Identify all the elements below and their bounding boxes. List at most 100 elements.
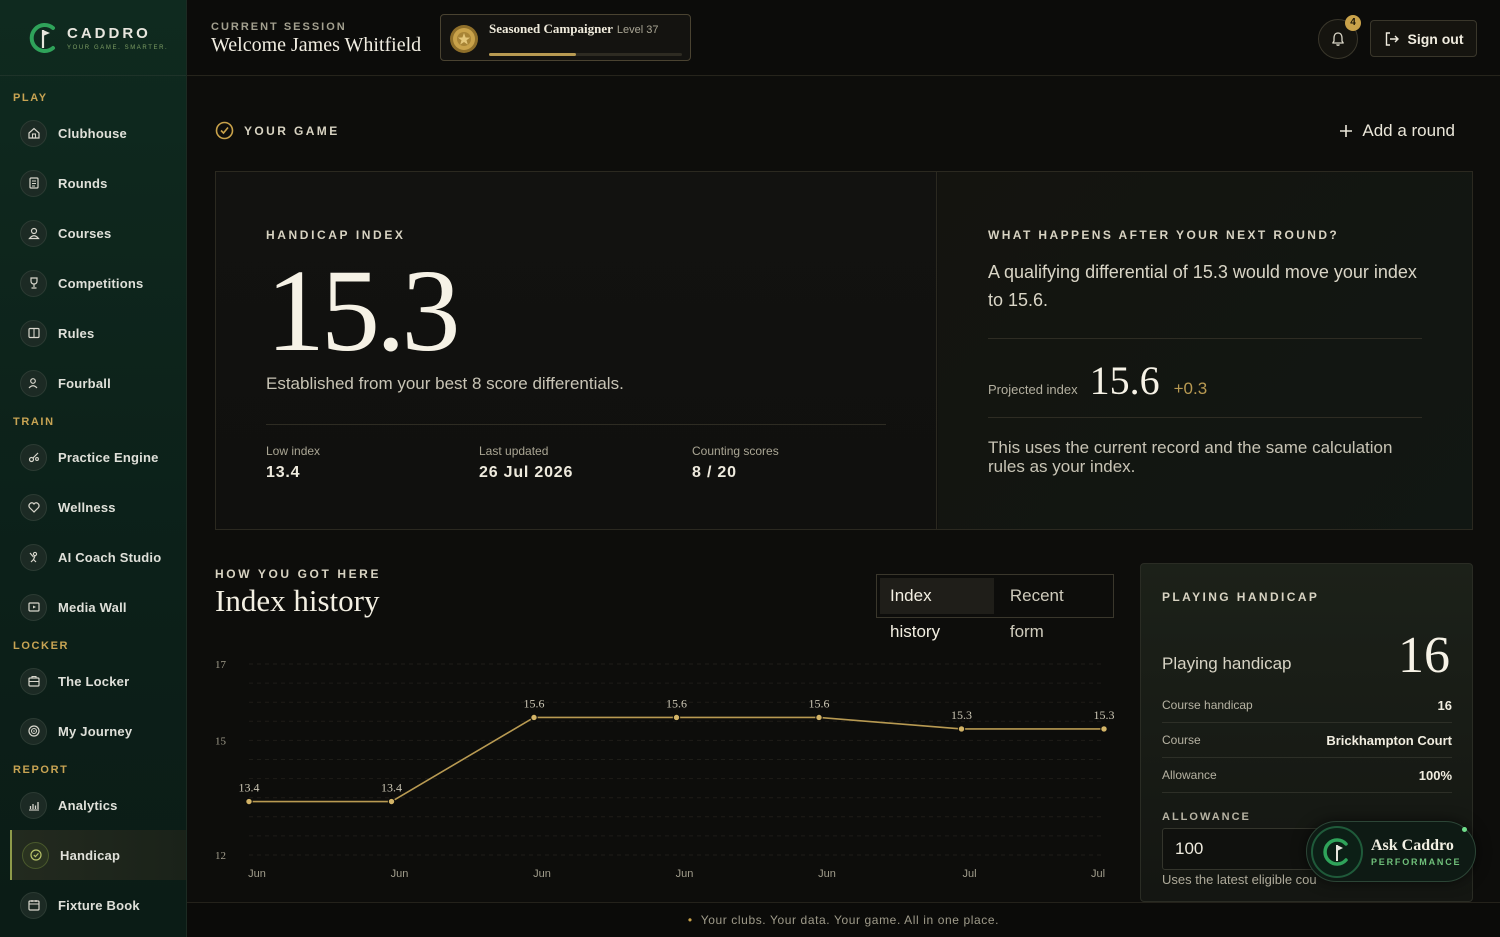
- y-tick-label: 12: [215, 850, 226, 862]
- sidebar-item-rounds[interactable]: Rounds: [0, 158, 186, 208]
- caddro-logo-icon: [1311, 825, 1363, 878]
- badge-title: Seasoned Campaigner Level 37: [489, 21, 658, 37]
- data-label: 15.6: [666, 696, 687, 710]
- sidebar-item-practice-engine[interactable]: Practice Engine: [0, 432, 186, 482]
- user-pin-icon: [20, 219, 47, 247]
- data-label: 15.3: [951, 708, 972, 722]
- history-section-label: HOW YOU GOT HERE: [215, 567, 382, 581]
- sidebar-item-wellness[interactable]: Wellness: [0, 482, 186, 532]
- sign-out-label: Sign out: [1407, 30, 1464, 47]
- brand-tagline: YOUR GAME. SMARTER.: [67, 44, 169, 51]
- sidebar-item-media-wall[interactable]: Media Wall: [0, 582, 186, 632]
- nav-section-label: TRAIN: [13, 416, 55, 428]
- tab-recent-form[interactable]: Recent form: [1000, 578, 1110, 641]
- data-label: 15.6: [524, 696, 545, 710]
- allowance-row: Allowance 100%: [1162, 758, 1452, 793]
- projected-index-delta: +0.3: [1173, 379, 1208, 398]
- index-history-chart: 12 15 17 13.4 Jun 13.4 Jun 15.6 Jun 15.6 Jun 15.6 Ju…: [215, 659, 1115, 880]
- trophy-icon: [20, 269, 47, 297]
- row-label: Course: [1162, 733, 1201, 747]
- badge-level: Level 37: [616, 24, 659, 36]
- notification-count-badge: 4: [1345, 15, 1361, 31]
- level-progress-fill: [489, 53, 576, 56]
- x-tick-label: Jun: [248, 868, 266, 880]
- footer-bullet: •: [687, 913, 693, 927]
- sidebar-item-label: Analytics: [58, 797, 118, 813]
- stat-last-updated: Last updated 26 Jul 2026: [479, 444, 573, 482]
- history-title: Index history: [215, 583, 380, 618]
- sidebar-item-fixture-book[interactable]: Fixture Book: [0, 880, 186, 930]
- sidebar-item-courses[interactable]: Courses: [0, 208, 186, 258]
- stat-label: Counting scores: [692, 444, 779, 458]
- sidebar-item-label: Practice Engine: [58, 449, 159, 465]
- footer: • Your clubs. Your data. Your game. All i…: [187, 902, 1500, 937]
- your-game-label: YOUR GAME: [244, 123, 340, 138]
- sidebar-item-ai-coach-studio[interactable]: AI Coach Studio: [0, 532, 186, 582]
- sidebar-item-the-locker[interactable]: The Locker: [0, 656, 186, 706]
- divider: [266, 424, 886, 425]
- ask-caddro-title: Ask Caddro: [1371, 836, 1454, 854]
- ask-caddro-button[interactable]: Ask Caddro PERFORMANCE: [1306, 821, 1476, 882]
- sidebar-item-label: AI Coach Studio: [58, 549, 162, 565]
- data-label: 15.6: [809, 696, 830, 710]
- sidebar: CADDRO YOUR GAME. SMARTER. PLAY Clubhouse…: [0, 0, 187, 937]
- top-header: CURRENT SESSION Welcome James Whitfield …: [187, 0, 1500, 76]
- stat-value: 13.4: [266, 464, 301, 481]
- nav-section-label: REPORT: [13, 764, 69, 776]
- stat-value: 26 Jul 2026: [479, 464, 574, 481]
- x-tick-label: Jun: [533, 868, 551, 880]
- add-round-button[interactable]: Add a round: [1339, 121, 1455, 141]
- stat-counting-scores: Counting scores 8 / 20: [692, 444, 779, 482]
- sidebar-item-fourball[interactable]: Fourball: [0, 358, 186, 408]
- target-icon: [20, 717, 47, 745]
- playing-handicap-sublabel: Playing handicap: [1162, 654, 1292, 673]
- data-point: [530, 713, 538, 722]
- sidebar-item-competitions[interactable]: Competitions: [0, 258, 186, 308]
- nav-section-label: PLAY: [13, 92, 48, 104]
- your-game-header: YOUR GAME: [215, 121, 340, 140]
- online-status-dot: [1462, 827, 1467, 832]
- tab-index-history[interactable]: Index history: [880, 578, 994, 641]
- sidebar-item-clubhouse[interactable]: Clubhouse: [0, 108, 186, 158]
- handicap-index-panel: HANDICAP INDEX 15.3 Established from you…: [216, 172, 937, 529]
- badge-title-text: Seasoned Campaigner: [489, 21, 613, 36]
- course-row: Course Brickhampton Court: [1162, 723, 1452, 758]
- sidebar-item-my-journey[interactable]: My Journey: [0, 706, 186, 756]
- caddro-logo-icon: [29, 22, 55, 53]
- sidebar-item-label: Courses: [58, 225, 112, 241]
- data-point: [1100, 725, 1108, 733]
- y-tick-label: 15: [215, 735, 227, 747]
- level-progress-bar: [489, 53, 682, 56]
- sidebar-item-label: Clubhouse: [58, 125, 127, 141]
- home-icon: [20, 119, 47, 147]
- calendar-icon: [20, 891, 47, 919]
- brand[interactable]: CADDRO YOUR GAME. SMARTER.: [0, 0, 186, 76]
- handicap-index-label: HANDICAP INDEX: [266, 228, 406, 242]
- sign-out-icon: [1385, 31, 1399, 46]
- handicap-index-description: Established from your best 8 score diffe…: [266, 374, 624, 393]
- x-tick-label: Jul: [962, 868, 976, 880]
- golf-club-icon: [20, 443, 47, 471]
- video-icon: [20, 593, 47, 621]
- sidebar-item-label: Handicap: [60, 847, 121, 863]
- calculation-note: This uses the current record and the sam…: [988, 438, 1393, 476]
- sidebar-item-analytics[interactable]: Analytics: [0, 780, 186, 830]
- sidebar-item-handicap[interactable]: Handicap: [10, 830, 186, 880]
- sidebar-item-label: Fixture Book: [58, 897, 140, 913]
- sidebar-item-rules[interactable]: Rules: [0, 308, 186, 358]
- ask-caddro-subtitle: PERFORMANCE: [1371, 856, 1462, 867]
- welcome-message: Welcome James Whitfield: [211, 34, 422, 56]
- data-point: [387, 797, 396, 806]
- row-value: 100%: [1418, 767, 1452, 783]
- footer-text: Your clubs. Your data. Your game. All in…: [700, 913, 1000, 927]
- row-value: 16: [1437, 697, 1452, 713]
- level-badge[interactable]: Seasoned Campaigner Level 37: [440, 14, 691, 61]
- medal-icon: [450, 25, 478, 53]
- sidebar-item-label: Rounds: [58, 175, 108, 191]
- data-label: 15.3: [1094, 708, 1115, 722]
- add-round-label: Add a round: [1362, 121, 1455, 140]
- data-point: [957, 725, 966, 733]
- x-tick-label: Jun: [391, 868, 409, 880]
- sign-out-button[interactable]: Sign out: [1370, 20, 1477, 57]
- golfer-icon: [20, 543, 47, 571]
